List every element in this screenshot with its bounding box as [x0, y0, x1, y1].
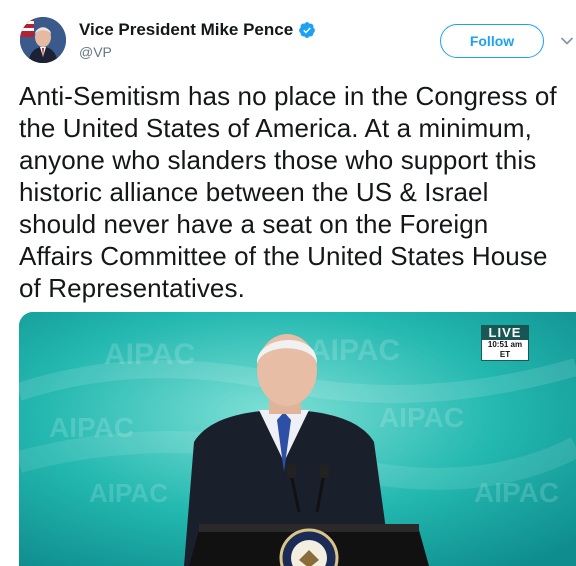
- live-badge: LIVE 10:51 am ET: [481, 325, 529, 361]
- profile-photo-icon: [20, 17, 66, 63]
- follow-button[interactable]: Follow: [440, 24, 544, 58]
- verified-badge-icon: [299, 22, 316, 38]
- author-handle[interactable]: @VP: [79, 44, 112, 60]
- author-avatar[interactable]: [20, 17, 66, 63]
- backdrop-text: AIPAC: [89, 478, 168, 508]
- live-label: LIVE: [488, 325, 522, 340]
- author-display-name[interactable]: Vice President Mike Pence: [79, 20, 293, 40]
- backdrop-text: AIPAC: [379, 402, 464, 433]
- tweet-media-video[interactable]: AIPAC AIPAC AIPAC AIPAC AIPAC AIPAC LIVE…: [19, 312, 576, 566]
- tweet-text: Anti-Semitism has no place in the Congre…: [19, 81, 557, 303]
- backdrop-text: AIPAC: [309, 334, 400, 367]
- live-time: 10:51 am ET: [482, 340, 528, 360]
- author-name-row[interactable]: Vice President Mike Pence: [79, 20, 316, 40]
- chevron-down-icon[interactable]: [560, 34, 574, 48]
